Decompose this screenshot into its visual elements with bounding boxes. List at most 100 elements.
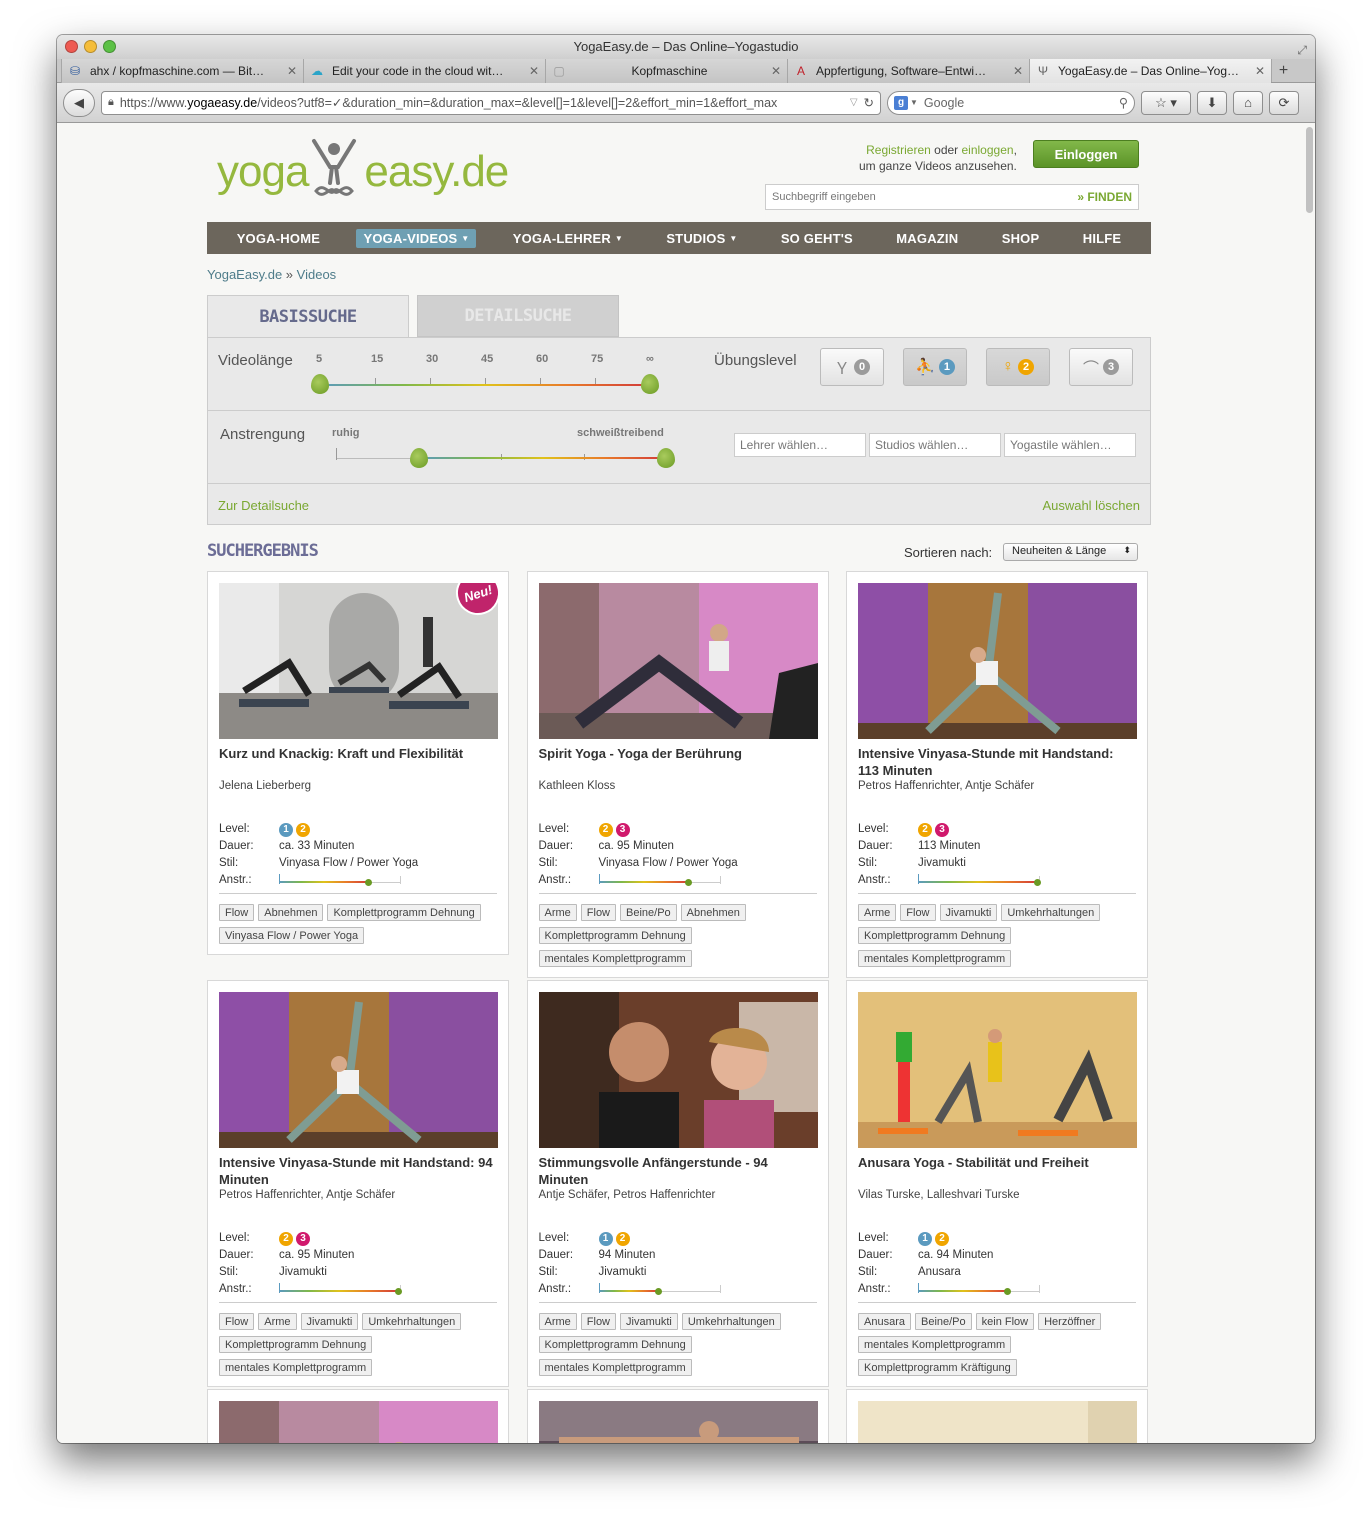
tag[interactable]: Arme xyxy=(258,1313,297,1330)
browser-tab[interactable]: A Appfertigung, Software–Entwi… ✕ xyxy=(787,59,1029,83)
video-card[interactable] xyxy=(526,1389,829,1443)
register-link[interactable]: Registrieren xyxy=(866,143,931,157)
video-title[interactable]: Kurz und Knackig: Kraft und Flexibilität xyxy=(219,745,497,779)
close-tab-icon[interactable]: ✕ xyxy=(1255,64,1265,78)
tag[interactable]: mentales Komplettprogramm xyxy=(538,950,692,967)
new-tab-button[interactable]: + xyxy=(1271,59,1295,82)
close-tab-icon[interactable]: ✕ xyxy=(529,64,539,78)
login-link[interactable]: einloggen xyxy=(962,143,1014,157)
dropdown-arrow-icon[interactable]: ▽ xyxy=(850,97,858,108)
tag[interactable]: Flow xyxy=(580,904,617,921)
video-thumbnail[interactable] xyxy=(858,1401,1137,1443)
nav-item[interactable]: MAGAZIN xyxy=(889,229,965,248)
downloads-button[interactable]: ⬇ xyxy=(1197,90,1227,115)
effort-track[interactable] xyxy=(419,457,667,459)
reload-icon[interactable]: ↻ xyxy=(864,95,874,110)
tag[interactable]: Komplettprogramm Dehnung xyxy=(538,1336,692,1353)
site-search[interactable]: Suchbegriff eingeben » FINDEN xyxy=(765,184,1139,210)
video-card[interactable]: Spirit Yoga - Yoga der Berührung Kathlee… xyxy=(526,571,829,978)
video-thumbnail[interactable] xyxy=(538,583,818,739)
tag[interactable]: Arme xyxy=(538,904,577,921)
video-authors[interactable]: Kathleen Kloss xyxy=(539,779,817,817)
nav-item[interactable]: SHOP xyxy=(995,229,1047,248)
tag[interactable]: Komplettprogramm Dehnung xyxy=(219,1336,373,1353)
tag[interactable]: Flow xyxy=(219,904,255,921)
video-card[interactable] xyxy=(846,1389,1148,1443)
video-title[interactable]: Stimmungsvolle Anfängerstunde - 94 Minut… xyxy=(539,1154,817,1188)
style-select[interactable]: Yogastile wählen… xyxy=(1004,433,1136,457)
video-thumbnail[interactable] xyxy=(538,1401,818,1443)
sort-select[interactable]: Neuheiten & Länge ⬍ xyxy=(1003,543,1138,561)
scrollbar[interactable] xyxy=(1304,123,1313,1443)
video-thumbnail[interactable] xyxy=(858,583,1137,739)
sync-button[interactable]: ⟳ xyxy=(1269,90,1299,115)
browser-tab[interactable]: ⛁ ahx / kopfmaschine.com — Bit… ✕ xyxy=(61,59,303,83)
video-card[interactable]: Stimmungsvolle Anfängerstunde - 94 Minut… xyxy=(526,980,829,1387)
level-button[interactable]: Ｙ0 xyxy=(820,348,884,386)
video-authors[interactable]: Petros Haffenrichter, Antje Schäfer xyxy=(858,779,1136,817)
tag[interactable]: Komplettprogramm Dehnung xyxy=(858,927,1012,944)
duration-min-handle[interactable] xyxy=(311,374,329,394)
tag[interactable]: mentales Komplettprogramm xyxy=(858,950,1012,967)
video-authors[interactable]: Petros Haffenrichter, Antje Schäfer xyxy=(219,1188,497,1226)
effort-max-handle[interactable] xyxy=(657,448,675,468)
level-button[interactable]: ⌒ 3 xyxy=(1069,348,1133,386)
site-search-input[interactable]: Suchbegriff eingeben xyxy=(772,191,1077,203)
browser-search-box[interactable]: g ▼ Google ⚲ xyxy=(887,90,1135,115)
video-card[interactable]: Intensive Vinyasa-Stunde mit Handstand: … xyxy=(846,571,1148,978)
nav-item[interactable]: YOGA-LEHRER ▼ xyxy=(506,229,630,248)
clear-selection-link[interactable]: Auswahl löschen xyxy=(1042,498,1140,513)
tab-detail-search[interactable]: DETAILSUCHE xyxy=(417,295,619,337)
browser-tab[interactable]: ☁ Edit your code in the cloud wit… ✕ xyxy=(303,59,545,83)
home-button[interactable]: ⌂ xyxy=(1233,90,1263,115)
video-authors[interactable]: Antje Schäfer, Petros Haffenrichter xyxy=(539,1188,817,1226)
tag[interactable]: Jivamukti xyxy=(620,1313,678,1330)
close-tab-icon[interactable]: ✕ xyxy=(1013,64,1023,78)
detail-search-link[interactable]: Zur Detailsuche xyxy=(218,498,309,513)
tag[interactable]: Umkehrhaltungen xyxy=(681,1313,781,1330)
tag[interactable]: Jivamukti xyxy=(939,904,998,921)
video-authors[interactable]: Vilas Turske, Lalleshvari Turske xyxy=(858,1188,1136,1226)
tag[interactable]: kein Flow xyxy=(975,1313,1035,1330)
find-button[interactable]: » FINDEN xyxy=(1077,190,1132,204)
nav-item[interactable]: HILFE xyxy=(1076,229,1129,248)
tag[interactable]: Umkehrhaltungen xyxy=(362,1313,462,1330)
tag[interactable]: Vinyasa Flow / Power Yoga xyxy=(219,927,365,944)
nav-item[interactable]: YOGA-HOME xyxy=(230,229,327,248)
tag[interactable]: Komplettprogramm Dehnung xyxy=(538,927,692,944)
zoom-window-button[interactable] xyxy=(103,40,116,53)
video-card[interactable]: Neu! Kurz und Knackig: Kraft und Flexibil… xyxy=(207,571,509,955)
video-thumbnail[interactable]: Neu! xyxy=(219,583,498,739)
tag[interactable]: Herzöffner xyxy=(1038,1313,1102,1330)
close-window-button[interactable] xyxy=(65,40,78,53)
tag[interactable]: Komplettprogramm Kräftigung xyxy=(858,1359,1017,1376)
tab-basic-search[interactable]: BASISSUCHE xyxy=(207,295,409,337)
video-thumbnail[interactable] xyxy=(219,992,498,1148)
browser-tab[interactable]: Ψ YogaEasy.de – Das Online–Yog… ✕ xyxy=(1029,59,1271,83)
video-title[interactable]: Spirit Yoga - Yoga der Berührung xyxy=(539,745,817,779)
tag[interactable]: Umkehrhaltungen xyxy=(1001,904,1101,921)
tag[interactable]: Abnehmen xyxy=(258,904,324,921)
back-button[interactable]: ◀ xyxy=(63,88,95,117)
duration-max-handle[interactable] xyxy=(641,374,659,394)
tag[interactable]: Komplettprogramm Dehnung xyxy=(327,904,481,921)
magnifier-icon[interactable]: ⚲ xyxy=(1119,95,1128,110)
tag[interactable]: Abnehmen xyxy=(680,904,746,921)
tag[interactable]: Beine/Po xyxy=(914,1313,972,1330)
video-thumbnail[interactable] xyxy=(538,992,818,1148)
video-authors[interactable]: Jelena Lieberberg xyxy=(219,779,497,817)
google-icon[interactable]: g xyxy=(894,95,908,110)
studio-select[interactable]: Studios wählen… xyxy=(869,433,1001,457)
breadcrumb-home-link[interactable]: YogaEasy.de xyxy=(207,267,282,282)
bookmark-button[interactable]: ☆ ▾ xyxy=(1141,90,1191,115)
scrollbar-thumb[interactable] xyxy=(1306,127,1313,213)
video-card[interactable] xyxy=(207,1389,509,1443)
tag[interactable]: Anusara xyxy=(858,1313,911,1330)
video-card[interactable]: Anusara Yoga - Stabilität und Freiheit V… xyxy=(846,980,1148,1387)
tag[interactable]: Flow xyxy=(580,1313,617,1330)
video-thumbnail[interactable] xyxy=(219,1401,498,1443)
browser-tab[interactable]: ▢ Kopfmaschine ✕ xyxy=(545,59,787,83)
video-thumbnail[interactable] xyxy=(858,992,1137,1148)
tag[interactable]: mentales Komplettprogramm xyxy=(538,1359,692,1376)
address-bar[interactable]: 🔒︎ https://www.yogaeasy.de/videos?utf8=✓… xyxy=(101,90,881,115)
